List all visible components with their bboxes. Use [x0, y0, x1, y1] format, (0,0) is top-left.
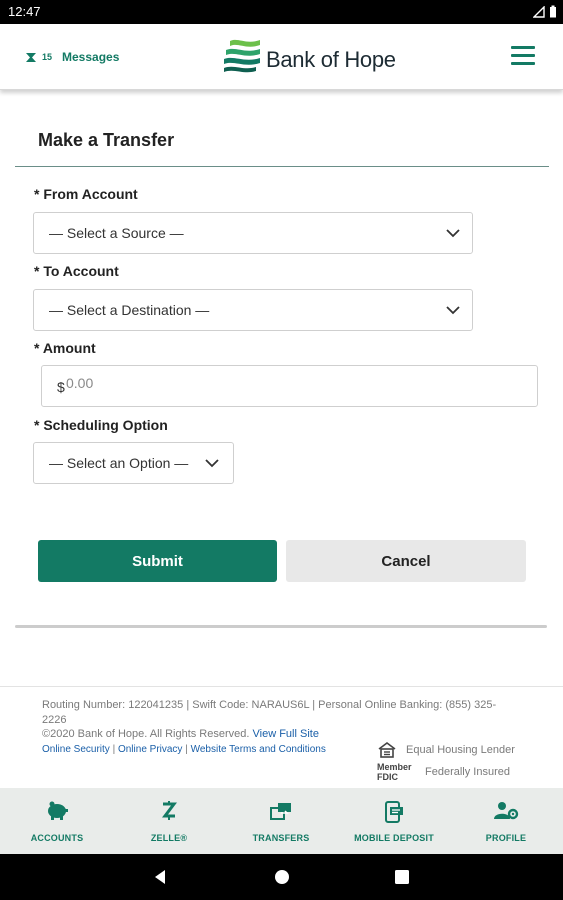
system-navigation-bar [0, 854, 563, 900]
status-bar: 12:47 [0, 0, 563, 24]
equal-housing-icon [378, 742, 396, 758]
status-time: 12:47 [8, 4, 41, 19]
from-account-value: — Select a Source — [49, 225, 184, 241]
to-account-value: — Select a Destination — [49, 302, 210, 318]
tab-mobile-deposit[interactable]: MOBILE DEPOSIT [338, 788, 450, 854]
bank-name: Bank of Hope [266, 47, 396, 72]
messages-link[interactable]: 15 Messages [25, 50, 119, 64]
currency-symbol: $ [57, 379, 65, 395]
status-icons [533, 5, 557, 18]
bottom-tab-bar: ACCOUNTS ZELLE® TRANSFERS MOBILE DEPOSIT… [0, 788, 563, 854]
profile-settings-icon [494, 802, 519, 820]
cancel-button[interactable]: Cancel [286, 540, 526, 582]
back-icon[interactable] [153, 869, 167, 885]
messages-count: 15 [42, 52, 53, 62]
chevron-down-icon [446, 306, 460, 315]
online-security-link[interactable]: Online Security [42, 744, 110, 755]
transfer-icon [270, 803, 291, 820]
view-full-site-link[interactable]: View Full Site [253, 728, 319, 740]
scheduling-option-select[interactable]: — Select an Option — [33, 442, 234, 484]
messages-icon [26, 52, 36, 62]
home-icon[interactable] [274, 869, 290, 885]
fdic-insured: Member FDIC Federally Insured [377, 762, 510, 782]
tab-mobile-deposit-label: MOBILE DEPOSIT [354, 833, 434, 843]
piggy-bank-icon [48, 801, 68, 820]
submit-button[interactable]: Submit [38, 540, 277, 582]
tab-accounts-label: ACCOUNTS [30, 833, 84, 843]
messages-label: Messages [62, 50, 120, 64]
from-account-label: * From Account [34, 186, 138, 202]
footer-routing-info: Routing Number: 122041235 | Swift Code: … [42, 699, 497, 726]
equal-housing-text: Equal Housing Lender [406, 744, 515, 756]
recents-icon[interactable] [395, 870, 409, 884]
tab-profile-label: PROFILE [485, 833, 527, 843]
battery-icon [550, 5, 556, 18]
website-terms-link[interactable]: Website Terms and Conditions [191, 744, 326, 755]
fdic-logo: Member FDIC [377, 762, 412, 782]
chevron-down-icon [446, 229, 460, 238]
equal-housing-lender: Equal Housing Lender [377, 742, 515, 758]
scheduling-option-label: * Scheduling Option [34, 417, 168, 433]
online-privacy-link[interactable]: Online Privacy [118, 744, 182, 755]
mobile-deposit-icon [385, 801, 403, 823]
from-account-select[interactable]: — Select a Source — [33, 212, 473, 254]
app-header: 15 Messages Bank of Hope [0, 24, 563, 90]
bank-logo[interactable]: Bank of Hope [222, 37, 396, 75]
panel-divider [15, 625, 547, 628]
amount-label: * Amount [34, 340, 96, 356]
footer-copyright: ©2020 Bank of Hope. All Rights Reserved. [42, 728, 250, 740]
scheduling-option-value: — Select an Option — [49, 455, 189, 471]
tab-zelle[interactable]: ZELLE® [113, 788, 225, 854]
footer-links: Online Security | Online Privacy | Websi… [42, 744, 326, 755]
amount-input[interactable] [66, 375, 266, 391]
amount-field[interactable]: $ [41, 365, 538, 407]
zelle-icon [162, 801, 177, 820]
tab-profile[interactable]: PROFILE [450, 788, 562, 854]
hamburger-menu-button[interactable] [511, 46, 537, 66]
tab-transfers[interactable]: TRANSFERS [225, 788, 337, 854]
tab-accounts[interactable]: ACCOUNTS [1, 788, 113, 854]
signal-icon [533, 5, 545, 18]
footer-info: Routing Number: 122041235 | Swift Code: … [42, 698, 512, 742]
chevron-down-icon [205, 459, 219, 468]
footer: Routing Number: 122041235 | Swift Code: … [0, 686, 563, 788]
page-title: Make a Transfer [38, 130, 175, 150]
federally-insured-text: Federally Insured [425, 766, 510, 778]
title-divider [15, 166, 549, 167]
bank-logo-mark-icon [224, 39, 260, 73]
to-account-select[interactable]: — Select a Destination — [33, 289, 473, 331]
tab-transfers-label: TRANSFERS [252, 833, 310, 843]
tab-zelle-label: ZELLE® [150, 833, 188, 843]
to-account-label: * To Account [34, 263, 119, 279]
